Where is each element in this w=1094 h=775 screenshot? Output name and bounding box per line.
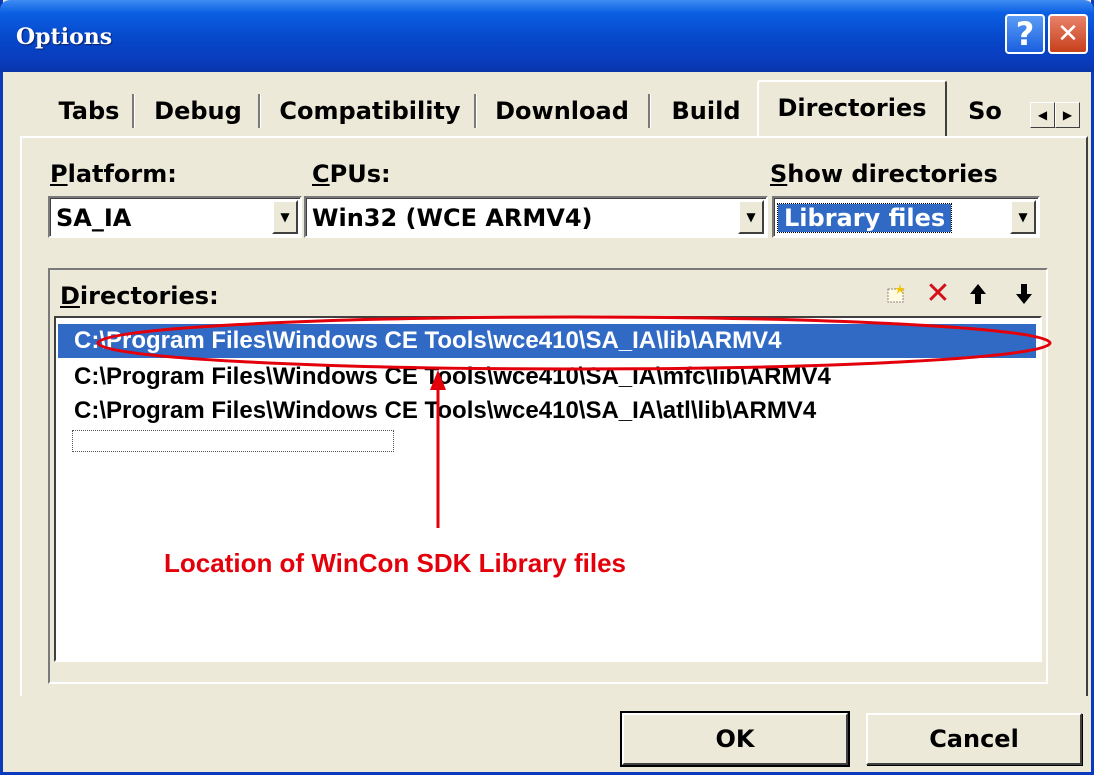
cancel-button[interactable]: Cancel — [866, 713, 1082, 765]
ok-button[interactable]: OK — [620, 711, 850, 767]
annotation-overlay — [96, 315, 1052, 528]
annotation-caption: Location of WinCon SDK Library files — [164, 548, 627, 578]
annotation-arrowhead — [430, 370, 446, 390]
annotation-ellipse — [96, 315, 1052, 371]
